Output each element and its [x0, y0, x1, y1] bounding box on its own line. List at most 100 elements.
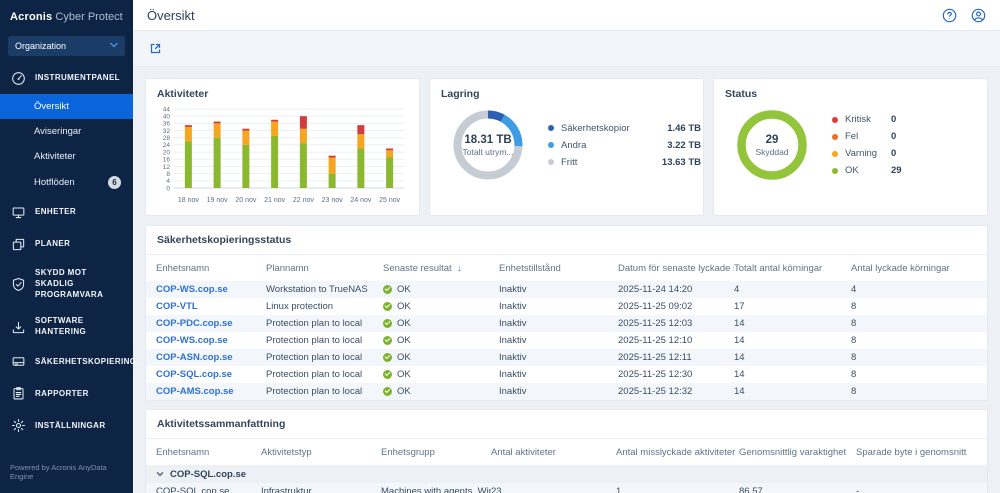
device-link[interactable]: COP-ASN.cop.se: [156, 352, 233, 363]
sidebar-item-översikt[interactable]: Översikt: [0, 94, 133, 119]
device-link[interactable]: COP-SQL.cop.se: [156, 369, 232, 380]
table-row[interactable]: COP-ASN.cop.se Protection plan to local OK…: [146, 349, 987, 366]
open-in-new-window-icon[interactable]: [148, 41, 163, 56]
legend-value: 29: [891, 165, 902, 176]
column-header-antal-misslyckade-aktiviteter[interactable]: Antal misslyckade aktiviteter: [616, 447, 739, 458]
avg-saved-bytes: -: [856, 486, 860, 493]
device-state: Inaktiv: [499, 369, 527, 380]
successful-runs: 8: [851, 352, 857, 363]
organization-selector[interactable]: Organization: [8, 36, 125, 56]
svg-text:19 nov: 19 nov: [207, 197, 229, 204]
activity-group-row[interactable]: COP-SQL.cop.se: [146, 465, 987, 483]
svg-text:28: 28: [163, 135, 171, 142]
storage-total-label: Totalt utrym...: [462, 146, 514, 157]
sidebar-item-label: SOFTWARE HANTERING: [35, 316, 87, 337]
legend-label: Andra: [561, 139, 587, 151]
activities-bar-chart: 048121620242832364044 18 nov 19 nov 20 nov 2…: [163, 106, 404, 204]
sidebar-item-enheter[interactable]: ENHETER: [0, 196, 133, 228]
device-link[interactable]: COP-AMS.cop.se: [156, 386, 234, 397]
table-row[interactable]: COP-SQL.cop.se Protection plan to local OK…: [146, 366, 987, 383]
legend-dot: [832, 167, 838, 174]
total-runs: 17: [734, 301, 745, 312]
column-header-enhetstillstånd[interactable]: Enhetstillstånd: [499, 263, 618, 274]
sidebar-item-planer[interactable]: PLANER: [0, 228, 133, 260]
column-header-senaste-resultat[interactable]: Senaste resultat ↓: [383, 263, 499, 274]
column-header-enhetsnamn[interactable]: Enhetsnamn: [156, 447, 261, 458]
legend-item-kritisk: Kritisk 0: [832, 113, 902, 126]
legend-dot: [832, 133, 838, 140]
last-result: OK: [383, 301, 499, 312]
storage-icon: [10, 354, 26, 370]
column-header-genomsnittlig-varaktighet[interactable]: Genomsnittlig varaktighet: [739, 447, 856, 458]
column-header-totalt-antal-körningar[interactable]: Totalt antal körningar: [734, 263, 851, 274]
sidebar-item-software-hantering[interactable]: SOFTWARE HANTERING: [0, 308, 133, 346]
successful-runs: 8: [851, 335, 857, 346]
column-header-antal-aktiviteter[interactable]: Antal aktiviteter: [491, 447, 616, 458]
legend-label: Varning: [845, 148, 878, 159]
table-row[interactable]: COP-PDC.cop.se Protection plan to local OK…: [146, 315, 987, 332]
legend-value: 0: [891, 148, 897, 159]
account-icon[interactable]: [971, 8, 986, 23]
plans-icon: [10, 236, 26, 252]
table-row[interactable]: COP-WS.cop.se Protection plan to local OK I…: [146, 332, 987, 349]
sidebar-item-hotflöden[interactable]: Hotflöden 6: [0, 169, 133, 196]
svg-text:22 nov: 22 nov: [293, 197, 315, 204]
status-card-title: Status: [725, 88, 758, 100]
activity-table-header: Enhetsnamn Aktivitetstyp Enhetsgrupp Antal …: [146, 439, 987, 465]
activity-group-label: COP-SQL.cop.se: [170, 468, 247, 480]
last-success-date: 2025-11-25 12:32: [618, 386, 693, 397]
sidebar-item-rapporter[interactable]: RAPPORTER: [0, 378, 133, 410]
svg-text:0: 0: [166, 185, 170, 192]
device-link[interactable]: COP-VTL: [156, 301, 198, 312]
storage-card: Lagring 18.31 TB Totalt utrym... Säkerhe…: [429, 78, 704, 216]
total-runs: 14: [734, 318, 745, 329]
total-runs: 14: [734, 335, 745, 346]
legend-label: Fritt: [561, 156, 578, 168]
help-icon[interactable]: [942, 8, 957, 23]
gauge-icon: [10, 70, 26, 86]
column-header-datum-för-senaste-lyckade-sä[interactable]: Datum för senaste lyckade sä...: [618, 263, 734, 274]
column-header-enhetsnamn[interactable]: Enhetsnamn: [156, 263, 266, 274]
dashboard-content: Aktiviteter 0 4 8 12 16 20 24 28 32 36 40 44 18 nov 1…: [133, 67, 1000, 493]
column-header-aktivitetstyp[interactable]: Aktivitetstyp: [261, 447, 381, 458]
sidebar-item-aktiviteter[interactable]: Aktiviteter: [0, 144, 133, 169]
last-result: OK: [383, 335, 499, 346]
table-row[interactable]: COP-VTL Linux protection OK Inaktiv 2025-11-…: [146, 298, 987, 315]
last-result: OK: [383, 284, 499, 295]
legend-value: 0: [891, 114, 897, 125]
table-row[interactable]: COP-SQL.cop.se Infrastruktur Machines with…: [146, 483, 987, 493]
successful-runs: 4: [851, 284, 857, 295]
column-header-sparade-byte-i-genomsnitt[interactable]: Sparade byte i genomsnitt: [856, 447, 987, 458]
device-link[interactable]: COP-WS.cop.se: [156, 335, 228, 346]
settings-icon: [10, 418, 26, 434]
total-runs: 14: [734, 386, 745, 397]
ok-status-icon: [383, 319, 392, 328]
legend-dot: [548, 159, 554, 165]
legend-item-säkerhetskopior: Säkerhetskopior 1.46 TB: [548, 122, 701, 135]
device-link[interactable]: COP-PDC.cop.se: [156, 318, 233, 329]
sidebar-item-instrumentpanel[interactable]: INSTRUMENTPANEL: [0, 62, 133, 94]
plan-name: Linux protection: [266, 301, 334, 312]
successful-runs: 8: [851, 386, 857, 397]
legend-label: Säkerhetskopior: [561, 122, 630, 134]
sort-descending-icon: ↓: [457, 262, 462, 273]
column-header-enhetsgrupp[interactable]: Enhetsgrupp: [381, 447, 491, 458]
sidebar-item-skydd-mot-skadlig-programvara[interactable]: SKYDD MOT SKADLIG PROGRAMVARA: [0, 260, 133, 308]
sidebar-item-inställningar[interactable]: INSTÄLLNINGAR: [0, 410, 133, 442]
sidebar-item-aviseringar[interactable]: Aviseringar: [0, 119, 133, 144]
sidebar-item-label: Hotflöden: [34, 177, 75, 188]
table-row[interactable]: COP-WS.cop.se Workstation to TrueNAS OK Ina…: [146, 281, 987, 298]
table-row[interactable]: COP-AMS.cop.se Protection plan to local OK…: [146, 383, 987, 400]
sidebar-item-säkerhetskopiering[interactable]: SÄKERHETSKOPIERING...: [0, 346, 144, 378]
device-link[interactable]: COP-WS.cop.se: [156, 284, 228, 295]
sidebar-item-label: Aktiviteter: [34, 151, 76, 162]
plan-name: Protection plan to local: [266, 352, 363, 363]
svg-text:25 nov: 25 nov: [379, 197, 401, 204]
chevron-down-icon: [110, 41, 118, 51]
column-header-plannamn[interactable]: Plannamn: [266, 263, 383, 274]
sidebar-item-label: SÄKERHETSKOPIERING...: [35, 356, 145, 366]
activities-card-title: Aktiviteter: [157, 88, 209, 100]
svg-text:24 nov: 24 nov: [350, 197, 372, 204]
column-header-antal-lyckade-körningar[interactable]: Antal lyckade körningar: [851, 263, 987, 274]
svg-text:16: 16: [163, 157, 171, 164]
